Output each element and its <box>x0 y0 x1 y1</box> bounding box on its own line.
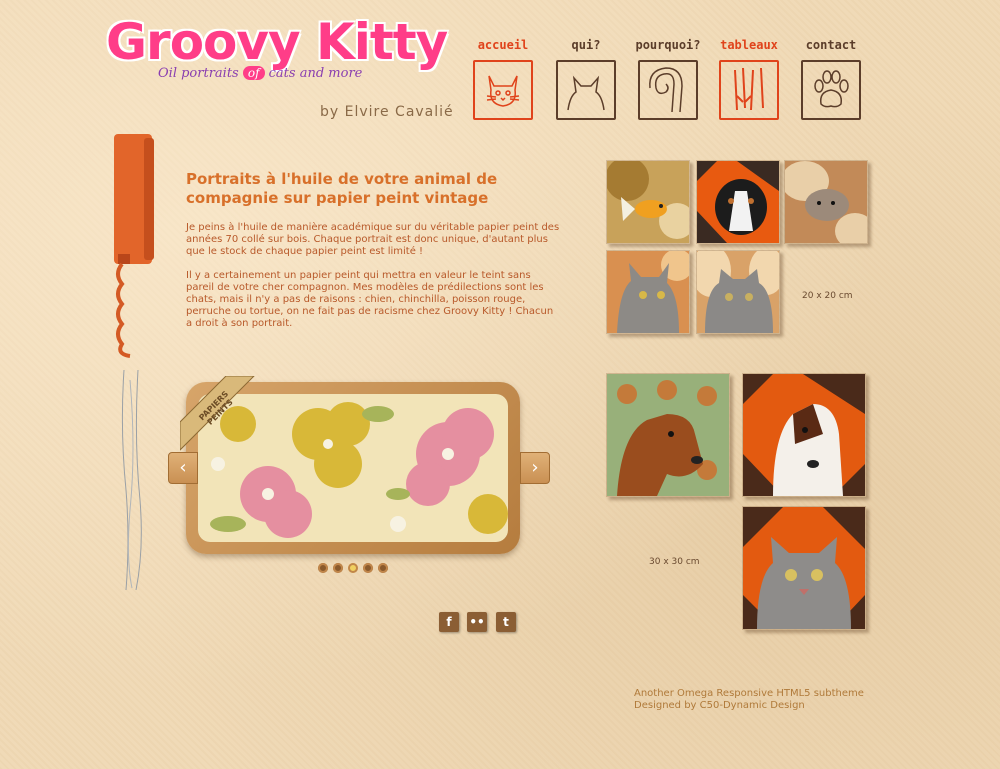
small-size-label: 20 x 20 cm <box>802 291 853 301</box>
author-byline: by Elvire Cavalié <box>320 104 454 120</box>
flickr-icon[interactable]: •• <box>467 612 487 632</box>
cat-face-icon <box>473 60 533 120</box>
nav-label: tableaux <box>720 38 778 52</box>
nav-item-qui[interactable]: qui? <box>553 38 619 120</box>
intro-paragraph-1: Je peins à l'huile de manière académique… <box>186 222 560 257</box>
site-logo[interactable]: Groovy Kitty Oil portraits of cats and m… <box>106 14 448 94</box>
hamster-painting[interactable] <box>784 160 868 244</box>
nav-label: pourquoi? <box>635 38 701 52</box>
wallpapers-ribbon: PAPIERS PEINTS <box>179 375 258 454</box>
claw-marks-icon <box>719 60 779 120</box>
tagline-of: of <box>242 66 265 80</box>
logo-tagline: Oil portraits of cats and more <box>158 66 362 81</box>
footer-credits: Another Omega Responsive HTML5 subtheme … <box>634 688 864 712</box>
grey-cat-orange-painting[interactable] <box>742 506 866 630</box>
bernese-dog-painting[interactable] <box>696 160 780 244</box>
facebook-icon[interactable]: f <box>439 612 459 632</box>
intro-section: Portraits à l'huile de votre animal de c… <box>186 170 561 342</box>
nav-item-accueil[interactable]: accueil <box>470 38 536 120</box>
footer-line-1[interactable]: Another Omega Responsive HTML5 subtheme <box>634 688 864 700</box>
slider-dot[interactable] <box>333 563 343 573</box>
large-size-label: 30 x 30 cm <box>649 557 700 567</box>
paw-print-icon <box>801 60 861 120</box>
scratch-lines-decoration <box>118 369 148 591</box>
nav-item-pourquoi[interactable]: pourquoi? <box>635 38 701 120</box>
slider-prev-button[interactable]: ‹ <box>168 452 198 484</box>
cat-tail-icon <box>638 60 698 120</box>
slider-dot-active[interactable] <box>348 563 358 573</box>
logo-wordmark: Groovy Kitty <box>106 13 448 71</box>
dachshund-painting[interactable] <box>606 373 730 497</box>
slider-dot[interactable] <box>378 563 388 573</box>
intro-title: Portraits à l'huile de votre animal de c… <box>186 170 498 207</box>
footer-line-2[interactable]: Designed by C50-Dynamic Design <box>634 700 864 712</box>
nav-label: accueil <box>477 38 529 52</box>
goldfish-painting[interactable] <box>606 160 690 244</box>
slider-next-button[interactable]: › <box>520 452 550 484</box>
intro-paragraph-2: Il y a certainement un papier peint qui … <box>186 270 554 329</box>
twitter-icon[interactable]: t <box>496 612 516 632</box>
tabby-cat-painting[interactable] <box>606 250 690 334</box>
slider-pagination <box>318 563 388 573</box>
nav-label: contact <box>805 38 857 52</box>
telephone-illustration <box>110 134 160 364</box>
slider-dot[interactable] <box>363 563 373 573</box>
nav-item-contact[interactable]: contact <box>798 38 864 120</box>
nav-item-tableaux[interactable]: tableaux <box>716 38 782 120</box>
tagline-part-2: cats and more <box>264 66 363 81</box>
cat-silhouette-icon <box>556 60 616 120</box>
slider-dot[interactable] <box>318 563 328 573</box>
grey-cat-painting[interactable] <box>696 250 780 334</box>
tagline-part-1: Oil portraits <box>158 66 243 81</box>
nav-label: qui? <box>571 38 601 52</box>
terrier-painting[interactable] <box>742 373 866 497</box>
